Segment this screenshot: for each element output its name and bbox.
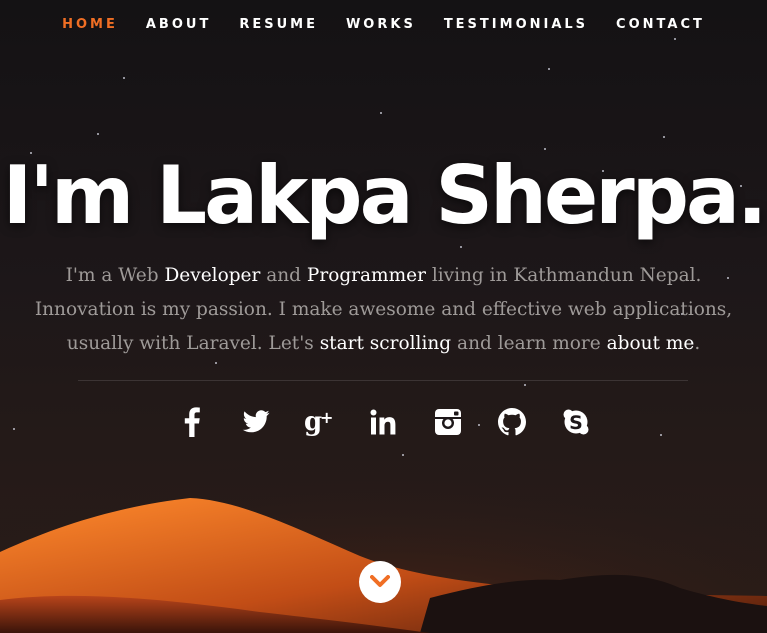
svg-text:S: S bbox=[569, 412, 583, 434]
google-plus-icon[interactable]: g + bbox=[298, 400, 342, 444]
instagram-icon[interactable] bbox=[426, 400, 470, 444]
nav-about[interactable]: ABOUT bbox=[146, 17, 211, 32]
main-nav: HOME ABOUT RESUME WORKS TESTIMONIALS CON… bbox=[0, 0, 767, 48]
github-icon[interactable] bbox=[490, 400, 534, 444]
twitter-icon[interactable] bbox=[234, 400, 278, 444]
scroll-down-button[interactable] bbox=[359, 561, 401, 603]
intro-text: . bbox=[694, 333, 701, 354]
nav-testimonials[interactable]: TESTIMONIALS bbox=[444, 17, 588, 32]
chevron-down-icon bbox=[370, 575, 390, 587]
intro-text: and learn more bbox=[451, 333, 607, 354]
nav-contact[interactable]: CONTACT bbox=[616, 17, 705, 32]
social-links: g + S bbox=[0, 400, 767, 444]
hero-title: I'm Lakpa Sherpa. bbox=[2, 149, 767, 242]
start-scrolling-link[interactable]: start scrolling bbox=[320, 333, 451, 354]
skype-icon[interactable]: S bbox=[554, 400, 598, 444]
divider bbox=[78, 380, 688, 381]
nav-resume[interactable]: RESUME bbox=[239, 17, 318, 32]
facebook-icon[interactable] bbox=[170, 400, 214, 444]
hero-intro: I'm a Web Developer and Programmer livin… bbox=[30, 259, 737, 361]
about-me-link[interactable]: about me bbox=[607, 333, 695, 354]
developer-highlight: Developer bbox=[164, 265, 261, 286]
intro-text: I'm a Web bbox=[65, 265, 165, 286]
intro-text: and bbox=[260, 265, 307, 286]
svg-text:+: + bbox=[320, 408, 333, 427]
programmer-highlight: Programmer bbox=[306, 265, 426, 286]
linkedin-icon[interactable] bbox=[362, 400, 406, 444]
nav-works[interactable]: WORKS bbox=[346, 17, 416, 32]
nav-home[interactable]: HOME bbox=[62, 17, 118, 32]
